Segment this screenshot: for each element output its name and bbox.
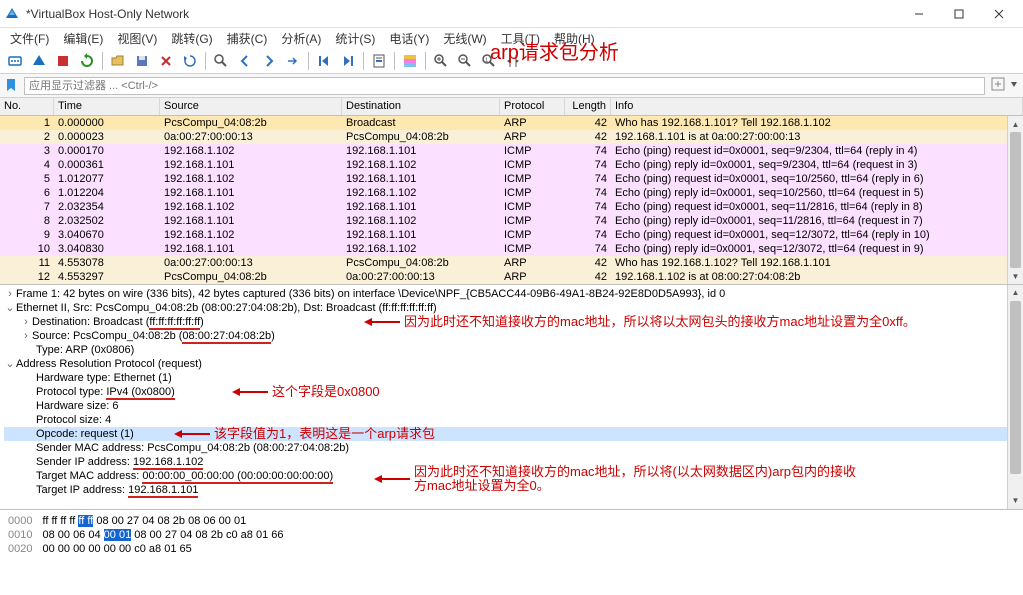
packet-row[interactable]: 72.032354192.168.1.102192.168.1.101ICMP7… [0,200,1023,214]
detail-arp[interactable]: Address Resolution Protocol (request) [16,357,202,371]
menu-item[interactable]: 工具(T) [495,28,546,49]
packet-row[interactable]: 114.5530780a:00:27:00:00:13PcsCompu_04:0… [0,256,1023,270]
save-button[interactable] [131,50,153,72]
detail-arp-hw[interactable]: Hardware type: Ethernet (1) [36,371,172,385]
expand-icon[interactable]: › [20,315,32,329]
packet-list[interactable]: ▲ ▼ 10.000000PcsCompu_04:08:2bBroadcastA… [0,116,1023,284]
detail-eth-src[interactable]: Source: PcsCompu_04:08:2b (08:00:27:04:0… [32,329,275,343]
packet-row[interactable]: 40.000361192.168.1.101192.168.1.102ICMP7… [0,158,1023,172]
hex-row[interactable]: 0000ff ff ff ff ff ff 08 00 27 04 08 2b … [8,514,1015,528]
detail-arp-hwsize[interactable]: Hardware size: 6 [36,399,119,413]
minimize-button[interactable] [899,0,939,28]
detail-eth-dst[interactable]: Destination: Broadcast (ff:ff:ff:ff:ff:f… [32,315,204,329]
menu-item[interactable]: 编辑(E) [57,28,109,49]
stop-capture-button[interactable] [52,50,74,72]
packet-row[interactable]: 82.032502192.168.1.101192.168.1.102ICMP7… [0,214,1023,228]
app-icon [4,6,20,22]
hex-row[interactable]: 002000 00 00 00 00 00 c0 a8 01 65 [8,542,1015,556]
open-button[interactable] [107,50,129,72]
zoom-reset-button[interactable]: 1 [478,50,500,72]
packet-row[interactable]: 103.040830192.168.1.101192.168.1.102ICMP… [0,242,1023,256]
detail-arp-proto[interactable]: Protocol type: IPv4 (0x0800) [36,385,175,399]
header-proto[interactable]: Protocol [500,98,565,115]
details-scrollbar[interactable]: ▲ ▼ [1007,285,1023,509]
packet-row[interactable]: 10.000000PcsCompu_04:08:2bBroadcastARP42… [0,116,1023,130]
scroll-up-icon[interactable]: ▲ [1008,285,1023,301]
detail-arp-psize[interactable]: Protocol size: 4 [36,413,111,427]
detail-eth[interactable]: Ethernet II, Src: PcsCompu_04:08:2b (08:… [16,301,437,315]
header-len[interactable]: Length [565,98,611,115]
header-info[interactable]: Info [611,98,1023,115]
hex-pane[interactable]: 0000ff ff ff ff ff ff 08 00 27 04 08 2b … [0,509,1023,560]
packet-row[interactable]: 30.000170192.168.1.102192.168.1.101ICMP7… [0,144,1023,158]
scroll-up-icon[interactable]: ▲ [1008,116,1023,132]
filter-bookmark-icon[interactable] [4,78,20,94]
scroll-down-icon[interactable]: ▼ [1008,493,1023,509]
packet-list-header: No. Time Source Destination Protocol Len… [0,98,1023,116]
scroll-down-icon[interactable]: ▼ [1008,268,1023,284]
detail-eth-type[interactable]: Type: ARP (0x0806) [36,343,134,357]
detail-arp-target-ip[interactable]: Target IP address: 192.168.1.101 [36,483,198,497]
packet-details[interactable]: ›Frame 1: 42 bytes on wire (336 bits), 4… [0,284,1023,509]
packet-row[interactable]: 51.012077192.168.1.102192.168.1.101ICMP7… [0,172,1023,186]
collapse-icon[interactable]: ⌄ [4,301,16,315]
filter-dropdown-icon[interactable] [1009,79,1019,92]
menu-item[interactable]: 文件(F) [4,28,55,49]
collapse-icon[interactable]: ⌄ [4,357,16,371]
filter-bar [0,74,1023,98]
prev-button[interactable] [234,50,256,72]
maximize-button[interactable] [939,0,979,28]
menu-item[interactable]: 分析(A) [275,28,327,49]
menu-item[interactable]: 视图(V) [111,28,163,49]
window-titlebar: *VirtualBox Host-Only Network [0,0,1023,28]
expand-icon[interactable]: › [20,329,32,343]
goto-button[interactable] [282,50,304,72]
packet-row[interactable]: 124.553297PcsCompu_04:08:2b0a:00:27:00:0… [0,270,1023,284]
reload-button[interactable] [179,50,201,72]
restart-capture-button[interactable] [76,50,98,72]
zoom-out-button[interactable] [454,50,476,72]
menu-item[interactable]: 统计(S) [329,28,381,49]
menu-item[interactable]: 帮助(H) [548,28,601,49]
detail-arp-sender-mac[interactable]: Sender MAC address: PcsCompu_04:08:2b (0… [36,441,349,455]
packet-row[interactable]: 20.0000230a:00:27:00:00:13PcsCompu_04:08… [0,130,1023,144]
zoom-in-button[interactable] [430,50,452,72]
filter-expression-button[interactable] [991,77,1005,94]
colorize-button[interactable] [399,50,421,72]
header-dest[interactable]: Destination [342,98,500,115]
close-button[interactable] [979,0,1019,28]
window-title: *VirtualBox Host-Only Network [26,7,899,21]
packet-row[interactable]: 61.012204192.168.1.101192.168.1.102ICMP7… [0,186,1023,200]
packet-row[interactable]: 93.040670192.168.1.102192.168.1.101ICMP7… [0,228,1023,242]
expand-icon[interactable]: › [4,287,16,301]
next-button[interactable] [258,50,280,72]
last-button[interactable] [337,50,359,72]
header-source[interactable]: Source [160,98,342,115]
header-no[interactable]: No. [0,98,54,115]
menu-item[interactable]: 捕获(C) [221,28,274,49]
packet-list-scrollbar[interactable]: ▲ ▼ [1007,116,1023,284]
hex-row[interactable]: 001008 00 06 04 00 01 08 00 27 04 08 2b … [8,528,1015,542]
start-capture-button[interactable] [28,50,50,72]
detail-frame[interactable]: Frame 1: 42 bytes on wire (336 bits), 42… [16,287,725,301]
menubar: 文件(F)编辑(E)视图(V)跳转(G)捕获(C)分析(A)统计(S)电话(Y)… [0,28,1023,48]
menu-item[interactable]: 电话(Y) [383,28,435,49]
header-time[interactable]: Time [54,98,160,115]
resize-columns-button[interactable] [502,50,524,72]
close-file-button[interactable] [155,50,177,72]
detail-arp-target-mac[interactable]: Target MAC address: 00:00:00_00:00:00 (0… [36,469,333,483]
find-button[interactable] [210,50,232,72]
menu-item[interactable]: 跳转(G) [165,28,218,49]
autoscroll-button[interactable] [368,50,390,72]
toolbar: 1 [0,48,1023,74]
detail-arp-sender-ip[interactable]: Sender IP address: 192.168.1.102 [36,455,203,469]
first-button[interactable] [313,50,335,72]
display-filter-input[interactable] [24,77,985,95]
interfaces-button[interactable] [4,50,26,72]
menu-item[interactable]: 无线(W) [437,28,492,49]
detail-arp-opcode[interactable]: Opcode: request (1) [36,427,134,441]
